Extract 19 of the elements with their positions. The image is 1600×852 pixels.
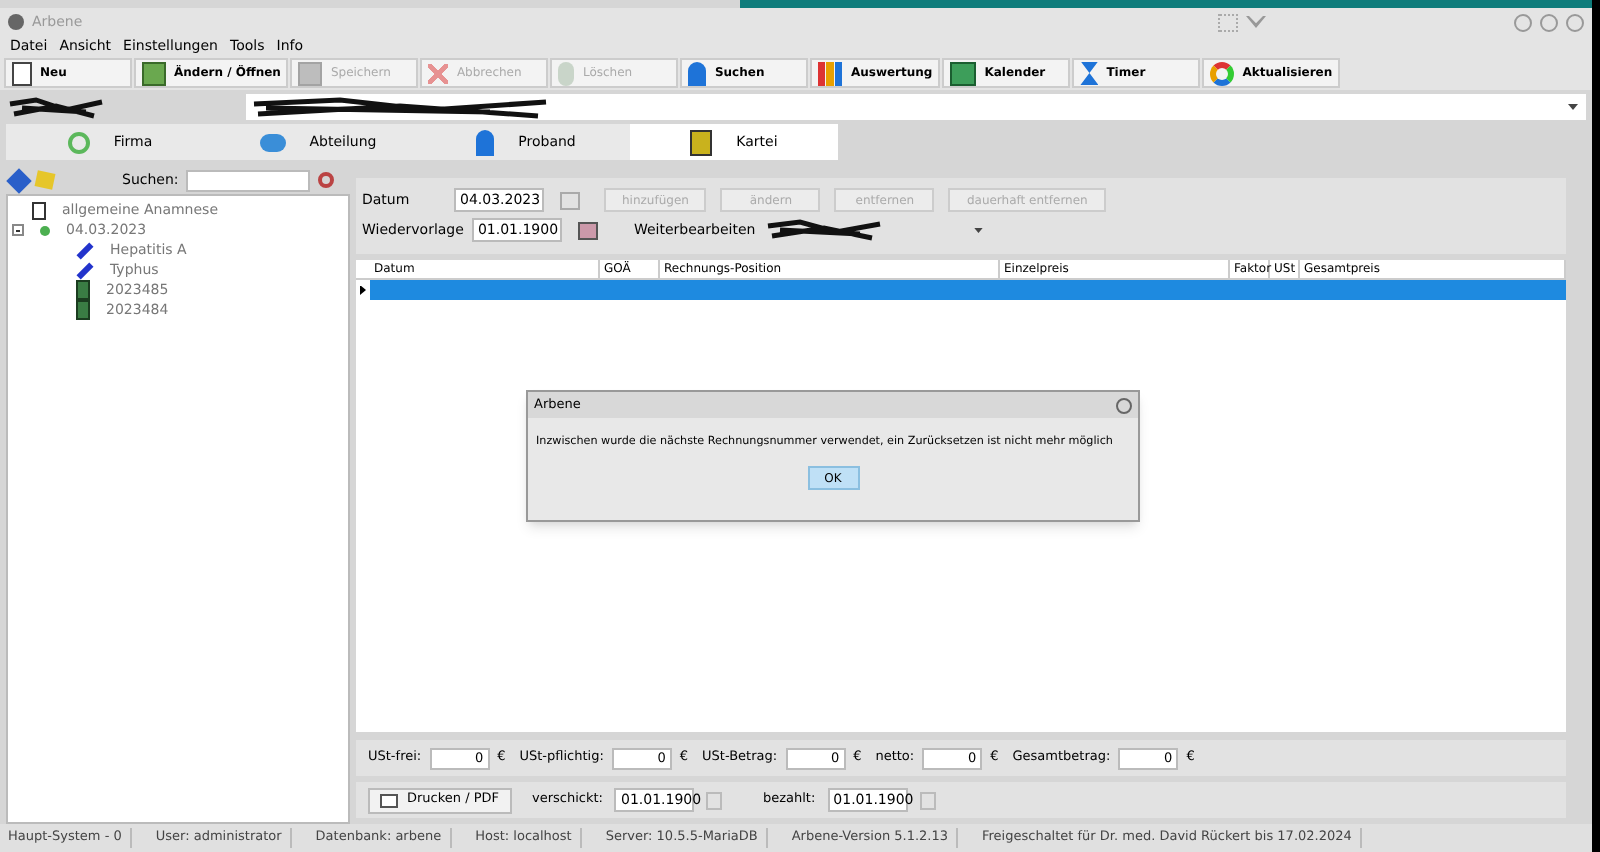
expand-icon <box>1218 13 1238 31</box>
continue-combobox[interactable] <box>763 219 984 241</box>
maximize-button[interactable] <box>1540 13 1558 31</box>
document-icon <box>32 201 46 219</box>
hourglass-icon <box>1080 61 1099 85</box>
close-button[interactable] <box>1566 13 1584 31</box>
app-icon <box>8 14 24 30</box>
close-button[interactable] <box>1116 397 1132 413</box>
chevron-down-icon <box>1246 16 1266 28</box>
redaction-scribble <box>6 93 106 121</box>
search-field[interactable] <box>186 169 311 191</box>
record-combobox[interactable] <box>246 94 1586 120</box>
document-icon <box>12 61 32 85</box>
bar-chart-icon <box>818 61 843 85</box>
redaction-scribble <box>763 216 884 244</box>
collapse-toggle[interactable] <box>12 224 24 236</box>
row-pointer-icon <box>360 285 366 295</box>
minimize-button[interactable] <box>1514 13 1532 31</box>
cross-icon <box>428 63 449 83</box>
